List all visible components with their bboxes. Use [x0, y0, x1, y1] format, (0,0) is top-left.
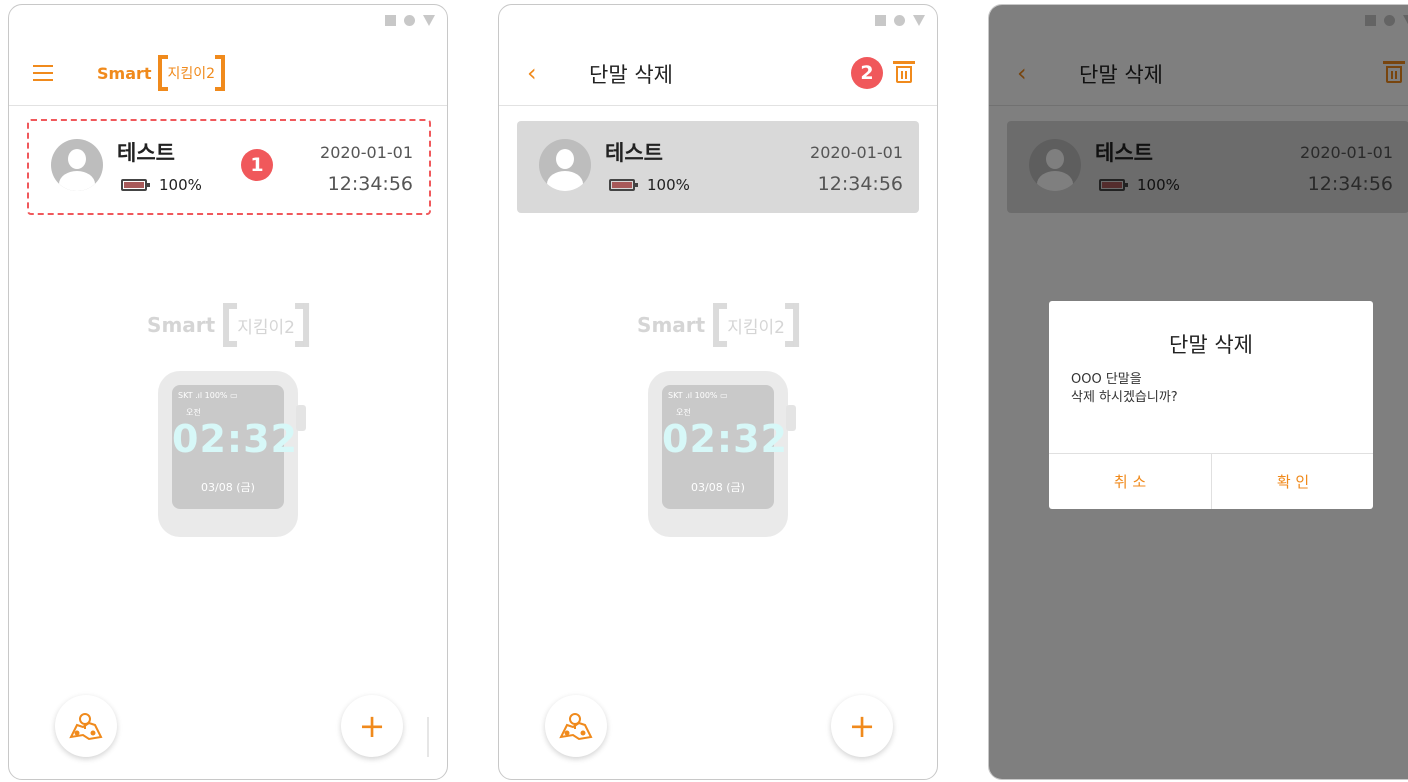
watermark-brand-box: 지킴이2 [223, 303, 309, 347]
avatar [539, 139, 591, 191]
app-bar: Smart 지킴이2 [9, 39, 447, 106]
divider [427, 717, 429, 757]
triangle-icon [913, 15, 925, 26]
watch-time: 02:32 [172, 417, 298, 461]
device-list-item[interactable]: 테스트 100% 2020-01-01 12:34:56 1 [27, 119, 431, 215]
triangle-icon [423, 15, 435, 26]
app-logo: Smart 지킴이2 [97, 53, 225, 93]
device-time: 12:34:56 [817, 173, 903, 195]
watch-signal: SKT .ıl 100% ▭ [668, 391, 728, 400]
confirm-button[interactable]: 확 인 [1212, 453, 1374, 509]
watch-signal: SKT .ıl 100% ▭ [178, 391, 238, 400]
watch-date: 03/08 (금) [201, 481, 255, 494]
circle-icon [404, 15, 415, 26]
watermark-brand-text: 지킴이2 [237, 317, 295, 338]
add-device-button[interactable]: + [341, 695, 403, 757]
device-name: 테스트 [117, 141, 175, 165]
watermark-logo: Smart 지킴이2 [147, 303, 309, 347]
delete-confirm-dialog: 단말 삭제 OOO 단말을 삭제 하시겠습니까? 취 소 확 인 [1049, 301, 1373, 509]
map-icon [559, 713, 593, 741]
avatar [51, 139, 103, 191]
watermark-brand-box: 지킴이2 [713, 303, 799, 347]
battery-icon [121, 179, 150, 191]
square-icon [875, 15, 886, 26]
plus-icon: + [358, 707, 386, 745]
status-bar [385, 15, 435, 26]
step-badge-2: 2 [851, 57, 883, 89]
add-device-button[interactable]: + [831, 695, 893, 757]
map-button[interactable] [55, 695, 117, 757]
logo-brand-text: 지킴이2 [167, 66, 216, 82]
circle-icon [894, 15, 905, 26]
device-list-item[interactable]: 테스트 100% 2020-01-01 12:34:56 [517, 121, 919, 213]
app-bar: ‹ 단말 삭제 2 [499, 39, 937, 106]
menu-icon[interactable] [33, 65, 53, 81]
watch-illustration: SKT .ıl 100% ▭ 오전 02:32 03/08 (금) [648, 371, 796, 537]
watch-illustration: SKT .ıl 100% ▭ 오전 02:32 03/08 (금) [158, 371, 306, 537]
logo-smart-text: Smart [97, 63, 152, 83]
plus-icon: + [848, 707, 876, 745]
logo-brand-box: 지킴이2 [157, 55, 226, 91]
map-icon [69, 713, 103, 741]
screen-delete-select: ‹ 단말 삭제 2 테스트 100% 2020-01-01 12:34:56 S… [498, 4, 938, 780]
battery-icon [609, 179, 638, 191]
square-icon [385, 15, 396, 26]
battery-percent: 100% [647, 176, 690, 194]
device-name: 테스트 [605, 141, 663, 165]
trash-icon[interactable] [893, 61, 915, 83]
watermark-smart-text: Smart [637, 313, 706, 337]
device-date: 2020-01-01 [320, 143, 413, 162]
battery-percent: 100% [159, 176, 202, 194]
dialog-message-line2: 삭제 하시겠습니까? [1071, 390, 1178, 405]
watch-date: 03/08 (금) [691, 481, 745, 494]
back-icon[interactable]: ‹ [527, 61, 537, 85]
screen-device-list: Smart 지킴이2 테스트 100% 2020-01-01 12:34:56 … [8, 4, 448, 780]
map-button[interactable] [545, 695, 607, 757]
watermark-brand-text: 지킴이2 [727, 317, 785, 338]
status-bar [875, 15, 925, 26]
cancel-button[interactable]: 취 소 [1049, 453, 1211, 509]
dialog-message-line1: OOO 단말을 [1071, 372, 1142, 387]
device-time: 12:34:56 [327, 173, 413, 195]
watermark-logo: Smart 지킴이2 [637, 303, 799, 347]
watch-time: 02:32 [662, 417, 788, 461]
screen-delete-confirm: ‹ 단말 삭제 테스트 100% 2020-01-01 12:34:56 단말 … [988, 4, 1408, 780]
dialog-title: 단말 삭제 [1169, 333, 1253, 357]
step-badge-1: 1 [241, 149, 273, 181]
device-date: 2020-01-01 [810, 143, 903, 162]
page-title: 단말 삭제 [589, 63, 673, 87]
dialog-message: OOO 단말을 삭제 하시겠습니까? [1071, 371, 1178, 407]
watermark-smart-text: Smart [147, 313, 216, 337]
